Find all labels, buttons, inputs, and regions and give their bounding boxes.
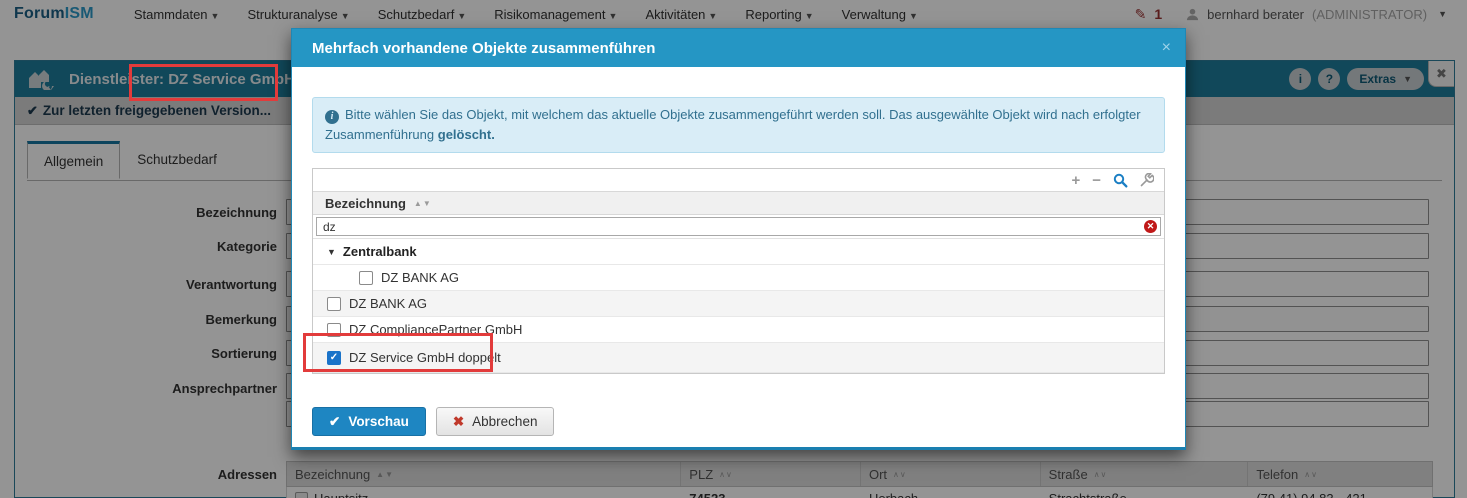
sort-icon[interactable]: ▲▼ xyxy=(414,199,432,208)
search-icon[interactable] xyxy=(1113,173,1128,188)
wrench-icon[interactable] xyxy=(1140,173,1154,187)
group-row-zentralbank[interactable]: ▼ Zentralbank xyxy=(313,239,1164,265)
checkbox-unchecked[interactable] xyxy=(327,297,341,311)
object-list-panel: + − Bezeichnung ▲▼ ✕ xyxy=(312,168,1165,374)
modal-title: Mehrfach vorhandene Objekte zusammenführ… xyxy=(312,40,655,57)
checkbox-unchecked[interactable] xyxy=(327,323,341,337)
modal-footer: ✔ Vorschau ✖ Abbrechen xyxy=(312,407,1165,436)
expand-all-icon[interactable]: + xyxy=(1071,173,1080,188)
list-toolbar: + − xyxy=(313,169,1164,191)
info-message: iBitte wählen Sie das Objekt, mit welche… xyxy=(312,97,1165,153)
object-row-selected[interactable]: ✓ DZ Service GmbH doppelt xyxy=(313,343,1164,373)
merge-objects-modal: Mehrfach vorhandene Objekte zusammenführ… xyxy=(291,28,1186,450)
object-row[interactable]: DZ CompliancePartner GmbH xyxy=(313,317,1164,343)
abbrechen-button[interactable]: ✖ Abbrechen xyxy=(436,407,555,436)
object-row[interactable]: DZ BANK AG xyxy=(313,265,1164,291)
x-icon: ✖ xyxy=(453,414,464,430)
clear-search-icon[interactable]: ✕ xyxy=(1144,220,1157,233)
collapse-all-icon[interactable]: − xyxy=(1092,173,1101,188)
vorschau-button[interactable]: ✔ Vorschau xyxy=(312,407,426,436)
checkbox-unchecked[interactable] xyxy=(359,271,373,285)
list-search-row: ✕ xyxy=(313,215,1164,239)
modal-close-icon[interactable]: × xyxy=(1162,39,1171,57)
app-canvas: ForumISM Stammdaten▼ Strukturanalyse▼ Sc… xyxy=(0,0,1467,498)
list-column-header[interactable]: Bezeichnung ▲▼ xyxy=(313,191,1164,215)
info-bold: gelöscht. xyxy=(438,127,495,142)
modal-header: Mehrfach vorhandene Objekte zusammenführ… xyxy=(292,29,1185,67)
checkbox-checked[interactable]: ✓ xyxy=(327,351,341,365)
search-input[interactable] xyxy=(316,217,1161,236)
object-row[interactable]: DZ BANK AG xyxy=(313,291,1164,317)
collapse-caret-icon[interactable]: ▼ xyxy=(327,247,336,257)
info-icon: i xyxy=(325,110,339,124)
check-icon: ✔ xyxy=(329,414,340,430)
modal-body: iBitte wählen Sie das Objekt, mit welche… xyxy=(292,97,1185,436)
